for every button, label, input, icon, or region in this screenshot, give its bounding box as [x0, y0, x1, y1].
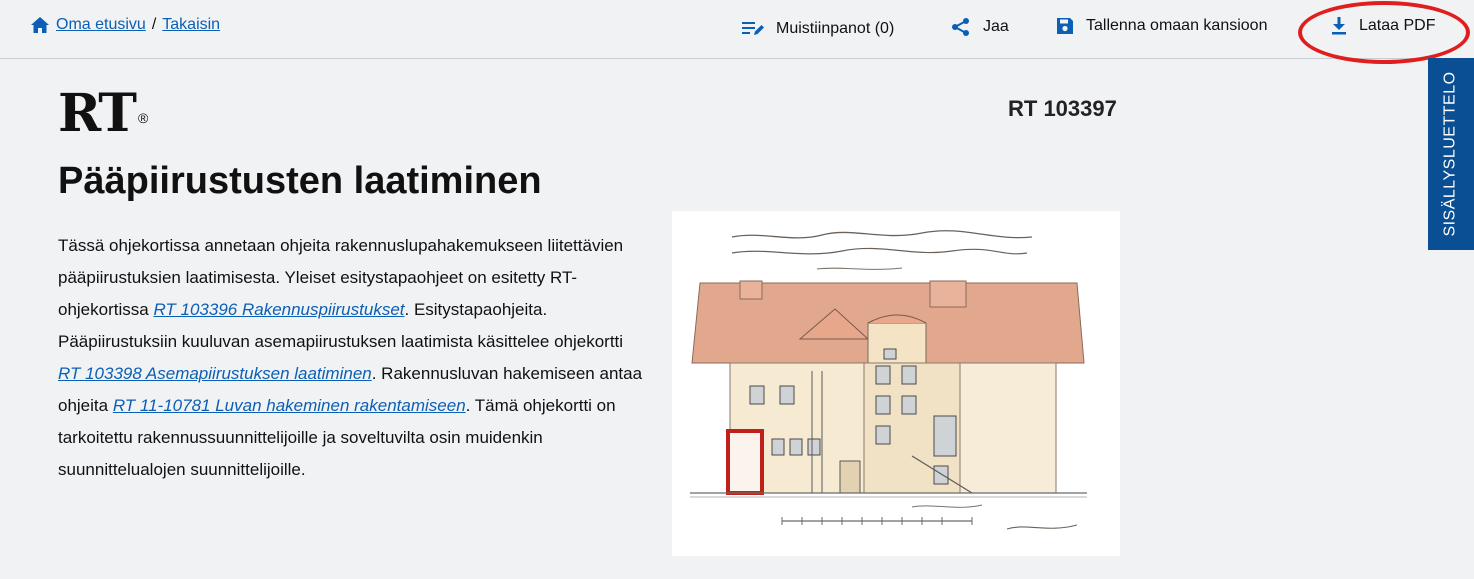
notes-label: Muistiinpanot (0): [776, 20, 895, 37]
breadcrumb-separator: /: [151, 16, 157, 33]
page-title: Pääpiirustusten laatiminen: [58, 160, 542, 202]
breadcrumb: Oma etusivu / Takaisin: [30, 16, 220, 34]
share-label: Jaa: [983, 18, 1009, 35]
save-to-folder-button[interactable]: Tallenna omaan kansioon: [1056, 17, 1267, 35]
save-label: Tallenna omaan kansioon: [1086, 17, 1268, 34]
link-rt-103396[interactable]: RT 103396 Rakennuspiirustukset: [153, 300, 404, 319]
home-link[interactable]: Oma etusivu: [56, 16, 146, 34]
logo-text: RT: [58, 83, 137, 144]
elevation-drawing: [690, 230, 1087, 530]
table-of-contents-tab[interactable]: SISÄLLYSLUETTELO: [1428, 58, 1474, 250]
toc-tab-label: SISÄLLYSLUETTELO: [1442, 71, 1460, 237]
share-button[interactable]: Jaa: [951, 17, 1009, 37]
link-rt-103398[interactable]: RT 103398 Asemapiirustuksen laatiminen: [58, 364, 372, 383]
top-toolbar: Oma etusivu / Takaisin Muistiinpanot (0)…: [0, 0, 1474, 59]
share-icon: [952, 18, 969, 36]
notes-button[interactable]: Muistiinpanot (0): [742, 20, 894, 38]
link-rt-11-10781[interactable]: RT 11-10781 Luvan hakeminen rakentamisee…: [113, 396, 466, 415]
home-icon: [31, 17, 49, 33]
notes-icon: [742, 22, 764, 35]
back-link[interactable]: Takaisin: [162, 16, 220, 34]
registered-mark: ®: [138, 110, 148, 126]
document-code: RT 103397: [1008, 96, 1117, 121]
building-drawing-image: [672, 211, 1120, 556]
save-icon: [1057, 18, 1073, 34]
intro-paragraph: Tässä ohjekortissa annetaan ohjeita rake…: [58, 230, 648, 486]
pdf-highlight-ring: [1298, 1, 1470, 64]
rt-logo: RT ®: [58, 88, 148, 140]
